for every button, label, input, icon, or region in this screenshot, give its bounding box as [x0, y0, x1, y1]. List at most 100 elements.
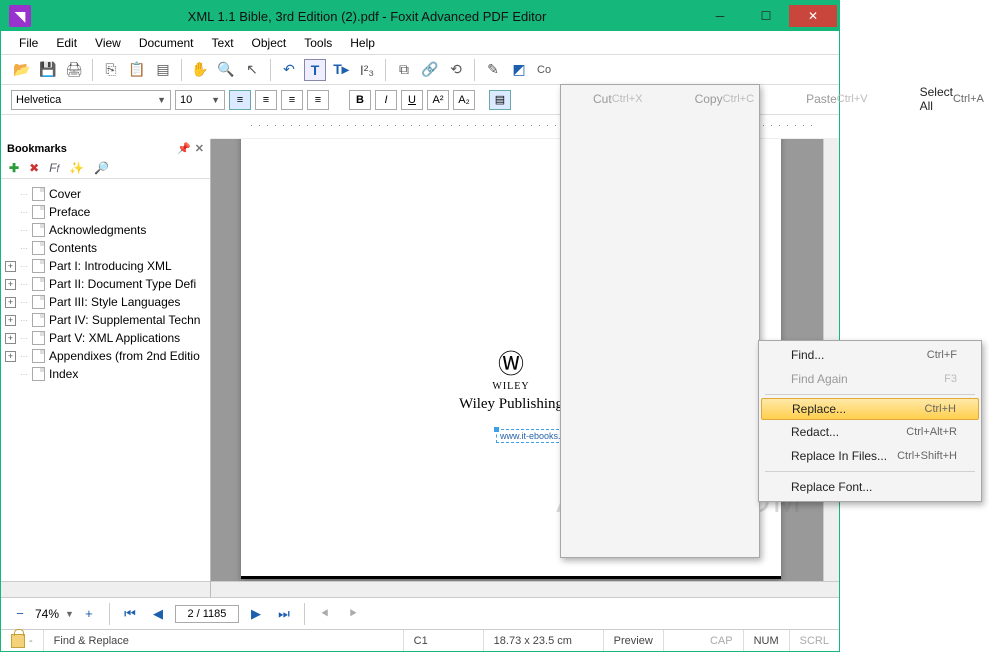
rename-icon[interactable]: Ff	[49, 161, 59, 175]
select-tool-icon[interactable]: ↖	[241, 59, 263, 81]
hand-tool-icon[interactable]: ✋	[189, 59, 211, 81]
text-tool-icon[interactable]: T	[304, 59, 326, 81]
bookmark-item[interactable]: ⋯Contents	[5, 239, 206, 257]
page-icon[interactable]: ▤	[152, 59, 174, 81]
color-swatch-icon[interactable]: ◩	[508, 59, 530, 81]
rotate-icon[interactable]: ⟲	[445, 59, 467, 81]
font-size: 10	[180, 94, 192, 106]
save-icon[interactable]: 💾	[37, 59, 59, 81]
bookmarks-title: Bookmarks	[7, 143, 67, 155]
find-bookmark-icon[interactable]: 🔎	[94, 161, 109, 175]
copy-text-button[interactable]: Co	[534, 59, 554, 81]
link-icon[interactable]: 🔗	[419, 59, 441, 81]
copy-icon[interactable]: ⎘	[100, 59, 122, 81]
expand-icon[interactable]: +	[5, 297, 16, 308]
align-left-button[interactable]: ≡	[229, 90, 251, 110]
bookmark-item[interactable]: +⋯Part III: Style Languages	[5, 293, 206, 311]
bookmarks-toolbar: ✚ ✖ Ff ✨ 🔎	[1, 158, 210, 179]
ctx-select-all[interactable]: Select AllCtrl+A	[890, 87, 989, 111]
zoom-tool-icon[interactable]: 🔍	[215, 59, 237, 81]
expand-icon	[5, 225, 16, 236]
undo-icon[interactable]: ↶	[278, 59, 300, 81]
fontsize-combo[interactable]: 10 ▼	[175, 90, 225, 110]
bookmark-item[interactable]: +⋯Part I: Introducing XML	[5, 257, 206, 275]
ctx-cut[interactable]: CutCtrl+X	[563, 87, 665, 111]
menu-help[interactable]: Help	[342, 33, 383, 53]
expand-icon	[5, 369, 16, 380]
close-panel-icon[interactable]: ✕	[195, 142, 204, 155]
bookmarks-hscroll[interactable]	[1, 581, 210, 597]
align-right-button[interactable]: ≡	[281, 90, 303, 110]
prev-page-button[interactable]: ◀	[147, 604, 169, 624]
sub-find[interactable]: Find...Ctrl+F	[761, 343, 979, 367]
italic-button[interactable]: I	[375, 90, 397, 110]
bookmark-item[interactable]: +⋯Part V: XML Applications	[5, 329, 206, 347]
last-page-button[interactable]: ⏭	[273, 604, 295, 624]
menu-document[interactable]: Document	[131, 33, 202, 53]
menu-file[interactable]: File	[11, 33, 46, 53]
underline-button[interactable]: U	[401, 90, 423, 110]
first-page-button[interactable]: ⏮	[119, 604, 141, 624]
page-input[interactable]	[175, 605, 239, 623]
align-justify-button[interactable]: ≡	[307, 90, 329, 110]
bookmark-item[interactable]: +⋯Part II: Document Type Defi	[5, 275, 206, 293]
next-page-button[interactable]: ▶	[245, 604, 267, 624]
menu-object[interactable]: Object	[244, 33, 295, 53]
pin-icon[interactable]: 📌	[177, 142, 191, 155]
eyedropper-icon[interactable]: ✎	[482, 59, 504, 81]
bookmark-item[interactable]: +⋯Appendixes (from 2nd Editio	[5, 347, 206, 365]
ctx-paste[interactable]: PasteCtrl+V	[776, 87, 890, 111]
page-icon	[32, 367, 45, 381]
chevron-down-icon[interactable]: ▼	[65, 609, 74, 619]
open-icon[interactable]: 📂	[11, 59, 33, 81]
wand-icon[interactable]: ✨	[69, 161, 84, 175]
expand-icon[interactable]: +	[5, 351, 16, 362]
bold-button[interactable]: B	[349, 90, 371, 110]
align-center-button[interactable]: ≡	[255, 90, 277, 110]
bookmark-item[interactable]: ⋯Acknowledgments	[5, 221, 206, 239]
subscript-button[interactable]: A₂	[453, 90, 475, 110]
zoom-out-button[interactable]: −	[9, 604, 31, 624]
menu-view[interactable]: View	[87, 33, 129, 53]
highlight-button[interactable]: ▤	[489, 90, 511, 110]
menu-text[interactable]: Text	[204, 33, 242, 53]
sub-replace-font[interactable]: Replace Font...	[761, 475, 979, 499]
forward-button[interactable]: ⯈	[342, 604, 364, 624]
status-column: C1	[414, 635, 428, 647]
expand-icon[interactable]: +	[5, 279, 16, 290]
delete-bookmark-icon[interactable]: ✖	[29, 161, 39, 175]
text-settings-icon[interactable]: I²₃	[356, 59, 378, 81]
expand-icon[interactable]: +	[5, 261, 16, 272]
minimize-button[interactable]: ─	[697, 5, 743, 27]
linked-text-icon[interactable]: T▸	[330, 59, 352, 81]
close-button[interactable]: ✕	[789, 5, 837, 27]
crop-icon[interactable]: ⧉	[393, 59, 415, 81]
bookmark-item[interactable]: ⋯Cover	[5, 185, 206, 203]
sub-redact[interactable]: Redact...Ctrl+Alt+R	[761, 420, 979, 444]
page-icon	[32, 205, 45, 219]
paste-icon[interactable]: 📋	[126, 59, 148, 81]
add-bookmark-icon[interactable]: ✚	[9, 161, 19, 175]
expand-icon[interactable]: +	[5, 315, 16, 326]
expand-icon[interactable]: +	[5, 333, 16, 344]
zoom-in-button[interactable]: +	[78, 604, 100, 624]
ctx-copy[interactable]: CopyCtrl+C	[665, 87, 777, 111]
chevron-down-icon: ▼	[211, 95, 220, 105]
sub-replace-in-files[interactable]: Replace In Files...Ctrl+Shift+H	[761, 444, 979, 468]
back-button[interactable]: ⯇	[314, 604, 336, 624]
horizontal-scrollbar[interactable]	[211, 581, 839, 597]
bookmark-item[interactable]: ⋯Index	[5, 365, 206, 383]
font-combo[interactable]: Helvetica▼	[11, 90, 171, 110]
menu-edit[interactable]: Edit	[48, 33, 85, 53]
print-icon[interactable]: 🖨	[63, 59, 85, 81]
menu-tools[interactable]: Tools	[296, 33, 340, 53]
sub-find-again[interactable]: Find AgainF3	[761, 367, 979, 391]
maximize-button[interactable]: ☐	[743, 5, 789, 27]
expand-icon	[5, 207, 16, 218]
bookmark-item[interactable]: ⋯Preface	[5, 203, 206, 221]
font-name: Helvetica	[16, 94, 61, 106]
pager-bar: − 74%▼ + ⏮ ◀ ▶ ⏭ ⯇ ⯈	[1, 597, 839, 629]
sub-replace[interactable]: Replace...Ctrl+H	[761, 398, 979, 420]
superscript-button[interactable]: A²	[427, 90, 449, 110]
bookmark-item[interactable]: +⋯Part IV: Supplemental Techn	[5, 311, 206, 329]
